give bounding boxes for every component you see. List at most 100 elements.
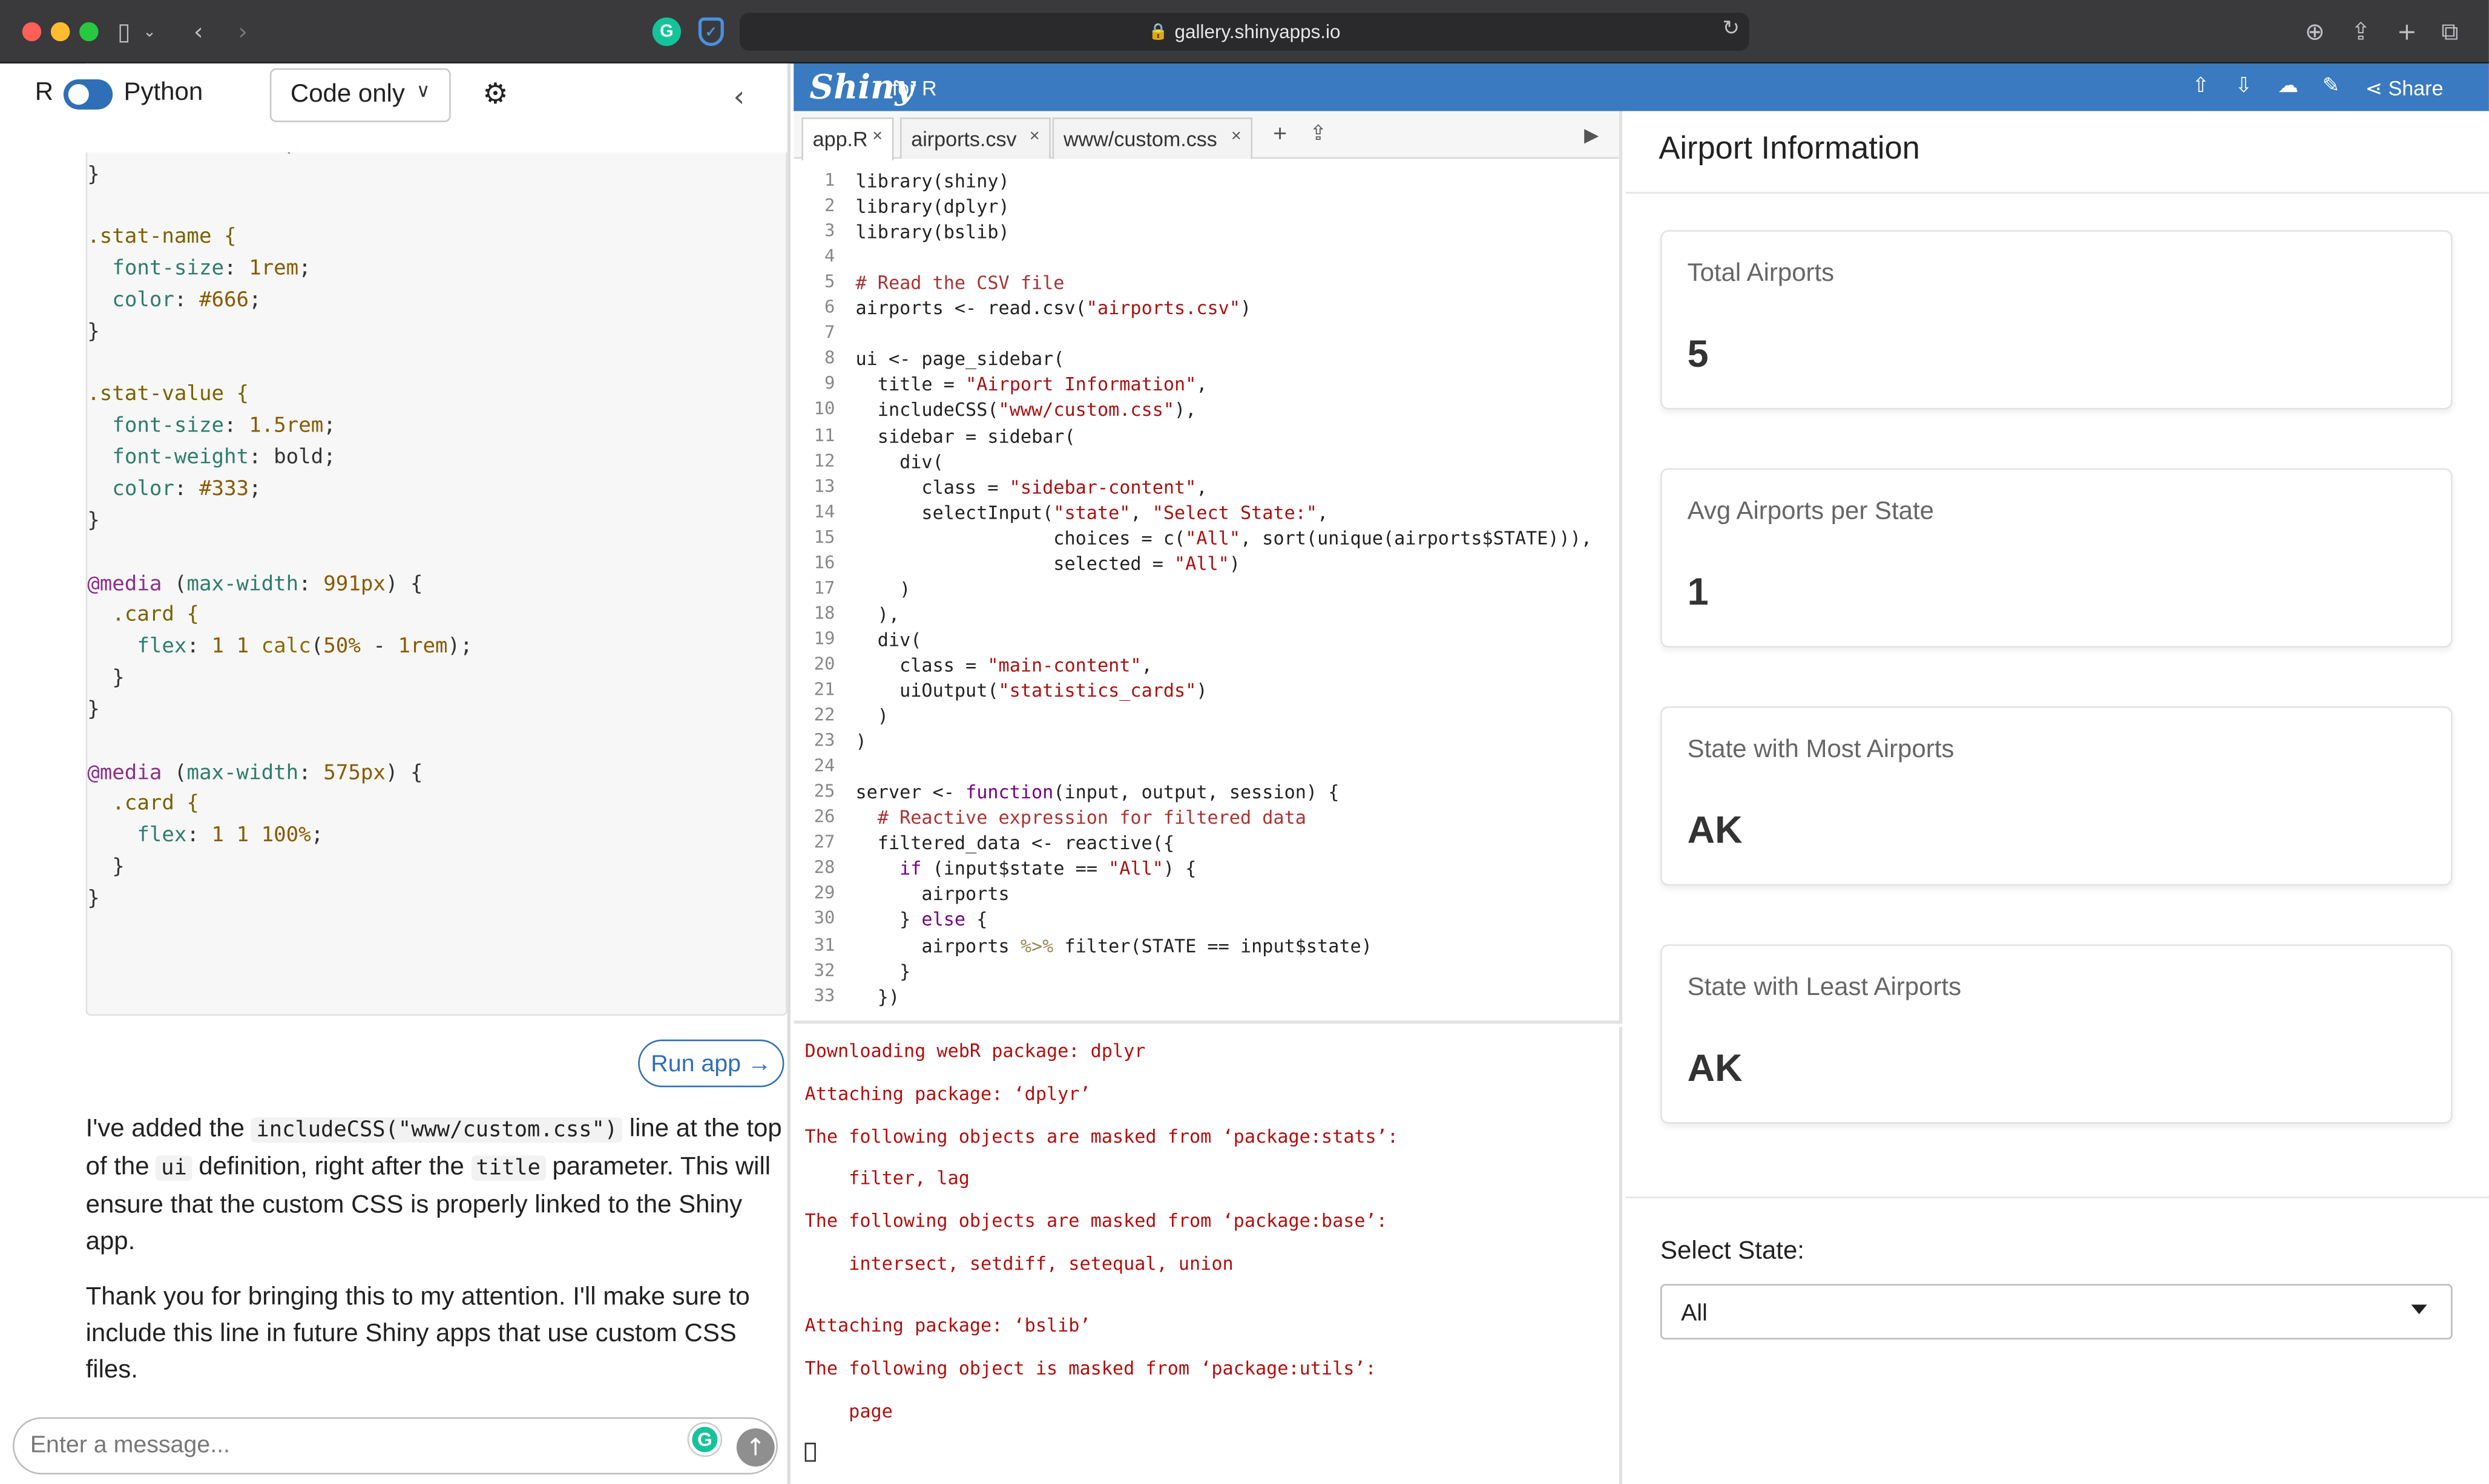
- code-token: ui <- page_sidebar(: [855, 348, 1065, 370]
- select-state-dropdown[interactable]: All: [1660, 1284, 2453, 1340]
- gear-icon[interactable]: ⚙: [482, 77, 508, 111]
- line-number: 27: [814, 832, 835, 853]
- code-token: uiOutput(: [855, 679, 999, 702]
- code-token: , sort(unique(airports$STATE))),: [1240, 526, 1593, 549]
- stat-name: Avg Airports per State: [1687, 498, 1934, 526]
- console-line: The following objects are masked from ‘p…: [804, 1209, 1387, 1232]
- tab-custom-css[interactable]: www/custom.css ×: [1052, 117, 1253, 159]
- code-token: 1: [236, 824, 249, 849]
- shield-extension-icon[interactable]: ✓: [698, 17, 724, 47]
- sidebar-toggle-icon[interactable]: ▯: [117, 16, 131, 47]
- stat-card: State with Least Airports AK: [1660, 944, 2453, 1124]
- line-number: 1: [824, 169, 835, 191]
- tab-airports-csv[interactable]: airports.csv ×: [899, 117, 1051, 159]
- grammarly-icon[interactable]: G: [689, 1423, 721, 1456]
- console-line: filter, lag: [804, 1166, 970, 1189]
- code-token: if: [899, 857, 922, 880]
- minimize-window-button[interactable]: [50, 22, 70, 42]
- code-token: ),: [1174, 399, 1197, 422]
- share-button[interactable]: ⋖ Share: [2365, 76, 2443, 102]
- add-file-icon[interactable]: +: [1273, 120, 1287, 148]
- tab-label: airports.csv: [911, 126, 1017, 151]
- line-number: 8: [824, 348, 835, 369]
- code-token: }: [87, 887, 100, 911]
- code-token: #666: [199, 289, 249, 313]
- line-number: 9: [824, 373, 835, 395]
- select-state-value: All: [1681, 1299, 1708, 1327]
- tab-app-r[interactable]: app.R ×: [801, 117, 894, 160]
- code-token: "sidebar-content": [1009, 475, 1197, 498]
- code-line: @media (max-width: 991px) {: [87, 569, 786, 600]
- message-input[interactable]: [30, 1431, 665, 1459]
- tab-overview-icon[interactable]: ⧉: [2441, 16, 2458, 47]
- collapse-panel-icon[interactable]: ‹: [734, 81, 745, 114]
- chevron-down-icon[interactable]: ⌄: [143, 16, 156, 47]
- line-number: 28: [814, 857, 835, 879]
- code-token: ,: [1141, 654, 1152, 676]
- code-line: # Reactive expression for filtered data: [855, 807, 1306, 829]
- run-icon[interactable]: ▶: [1584, 124, 1599, 146]
- console-cursor[interactable]: [804, 1442, 816, 1462]
- back-icon[interactable]: ‹: [194, 16, 203, 47]
- code-line: library(bslib): [855, 221, 1009, 243]
- cloud-icon[interactable]: ☁: [2278, 74, 2298, 98]
- address-bar[interactable]: 🔒 gallery.shinyapps.io ↻: [740, 12, 1749, 51]
- language-python-label: Python: [123, 79, 203, 107]
- code-line: airports: [855, 883, 1009, 905]
- send-button[interactable]: ↑: [736, 1428, 775, 1467]
- line-number: 11: [814, 424, 835, 445]
- code-token: class =: [855, 654, 988, 676]
- code-token: font-weight: [112, 446, 249, 470]
- code-token: color: [112, 289, 174, 313]
- new-tab-icon[interactable]: +: [2397, 16, 2417, 47]
- code-token: .stat-name {: [87, 225, 237, 250]
- line-number: 17: [814, 577, 835, 599]
- code-token: 50%: [323, 635, 361, 659]
- run-app-button[interactable]: Run app →: [638, 1039, 784, 1088]
- code-token: }: [87, 698, 100, 722]
- code-line: ): [855, 731, 866, 753]
- code-line: ),: [855, 603, 899, 625]
- line-number: 15: [814, 526, 835, 547]
- share-icon[interactable]: ⇪: [2351, 16, 2371, 47]
- view-mode-select[interactable]: Code only ∨: [269, 68, 451, 122]
- edit-icon[interactable]: ✎: [2323, 74, 2340, 98]
- downloads-icon[interactable]: ⊕: [2305, 16, 2325, 47]
- code-token: ): [855, 730, 867, 753]
- maximize-window-button[interactable]: [79, 22, 99, 42]
- close-window-button[interactable]: [22, 22, 42, 42]
- reload-icon[interactable]: ↻: [1723, 18, 1740, 41]
- select-state-label: Select State:: [1660, 1238, 1804, 1266]
- forward-icon[interactable]: ›: [238, 16, 248, 47]
- code-line: color: #333;: [87, 474, 786, 506]
- download-icon[interactable]: ⇩: [2235, 74, 2252, 98]
- line-number: 21: [814, 679, 835, 700]
- code-line: # Read the CSV file: [855, 272, 1064, 294]
- upload-file-icon[interactable]: ⇪: [1309, 122, 1327, 146]
- code-token: .stat-value {: [87, 383, 249, 407]
- code-token: airports <- read.csv(: [855, 297, 1087, 320]
- code-token: ): [1196, 679, 1208, 702]
- grammarly-extension-icon[interactable]: G: [652, 17, 682, 47]
- upload-icon[interactable]: ⇧: [2192, 74, 2210, 98]
- code-token: (: [162, 761, 187, 785]
- stat-name: State with Most Airports: [1687, 736, 1955, 764]
- close-icon[interactable]: ×: [1030, 127, 1040, 146]
- code-line: }: [87, 852, 786, 884]
- language-toggle[interactable]: [63, 79, 113, 110]
- code-line: includeCSS("www/custom.css"),: [855, 399, 1197, 422]
- stat-card: Total Airports 5: [1660, 230, 2453, 410]
- close-icon[interactable]: ×: [1231, 127, 1241, 146]
- code-token: }): [855, 985, 900, 1008]
- code-line: class = "sidebar-content",: [855, 476, 1207, 498]
- close-icon[interactable]: ×: [872, 127, 883, 146]
- chevron-down-icon: ∨: [416, 79, 430, 102]
- tab-label: app.R: [812, 126, 868, 151]
- code-line: color: #666;: [87, 286, 786, 317]
- code-token: 100%: [261, 824, 311, 849]
